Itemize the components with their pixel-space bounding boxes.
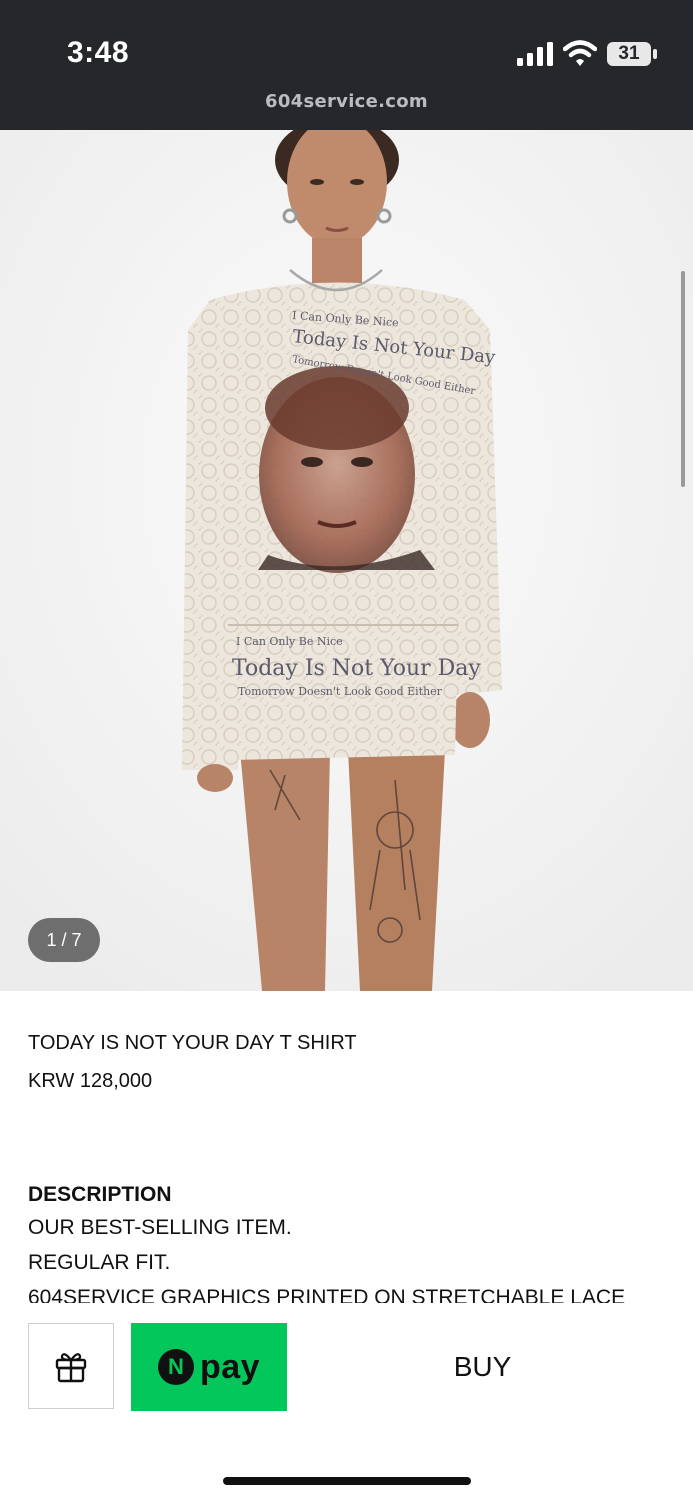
description-line: 604SERVICE GRAPHICS PRINTED ON STRETCHAB… [28,1286,626,1303]
buy-label: BUY [453,1351,512,1382]
wifi-icon [563,40,597,66]
battery-level: 31 [618,43,640,64]
gift-icon [55,1353,87,1383]
naver-n-icon: N [157,1349,194,1385]
scroll-indicator[interactable] [681,271,685,487]
product-description: DESCRIPTION OUR BEST-SELLING ITEM. REGUL… [28,1180,668,1303]
description-heading: DESCRIPTION [28,1183,172,1206]
product-name: TODAY IS NOT YOUR DAY T SHIRT [28,1032,357,1054]
purchase-action-bar: N pay BUY [0,1303,693,1500]
address-bar-url[interactable]: 604service.com [0,91,693,112]
battery-icon: 31 [606,41,658,67]
print-text-skirt2: Today Is Not Your Day [232,656,481,681]
buy-button[interactable]: BUY [300,1323,665,1411]
product-info: TODAY IS NOT YOUR DAY T SHIRT KRW 128,00… [28,1030,668,1094]
description-line: OUR BEST-SELLING ITEM. [28,1216,292,1239]
status-time: 3:48 [67,36,130,69]
print-text-skirt1: I Can Only Be Nice [236,635,343,648]
image-counter: 1 / 7 [28,918,100,962]
product-price: KRW 128,000 [28,1070,153,1092]
gift-button[interactable] [28,1323,114,1409]
product-image-gallery[interactable]: I Can Only Be Nice Today Is Not Your Day… [0,130,693,991]
print-text-skirt3: Tomorrow Doesn't Look Good Either [238,685,443,698]
npay-label: pay [199,1347,261,1386]
product-photo: I Can Only Be Nice Today Is Not Your Day… [0,130,693,991]
signal-icon [517,42,553,66]
status-bar: 3:48 31 604service.com [0,0,693,130]
npay-button[interactable]: N pay [131,1323,287,1411]
home-indicator[interactable] [223,1477,471,1485]
description-line: REGULAR FIT. [28,1251,171,1274]
